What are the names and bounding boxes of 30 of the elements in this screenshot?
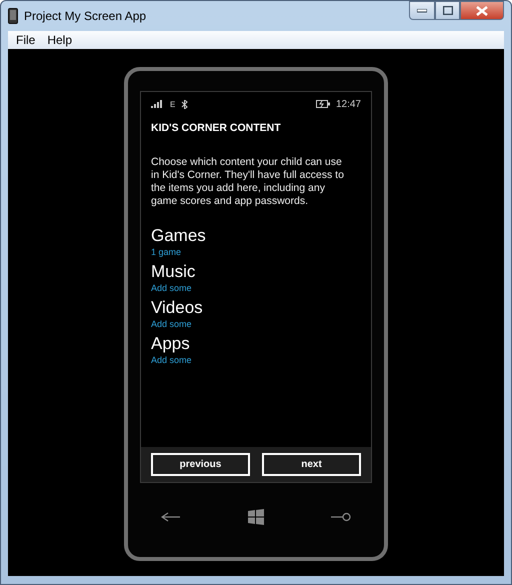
category-detail[interactable]: Add some xyxy=(151,282,192,294)
windows-logo-icon[interactable] xyxy=(248,509,264,525)
close-button[interactable] xyxy=(460,1,504,20)
category-name[interactable]: Apps xyxy=(151,334,190,354)
minimize-icon xyxy=(417,8,427,12)
clock-time: 12:47 xyxy=(336,98,361,110)
category-name[interactable]: Games xyxy=(151,226,206,246)
minimize-button[interactable] xyxy=(409,1,435,20)
maximize-icon xyxy=(442,6,452,15)
category-detail[interactable]: Add some xyxy=(151,354,192,366)
close-icon xyxy=(476,6,488,16)
back-icon[interactable] xyxy=(161,512,182,522)
page-title: KID'S CORNER CONTENT xyxy=(151,122,282,134)
category-name[interactable]: Videos xyxy=(151,298,203,318)
battery-charging-icon xyxy=(316,100,330,108)
category-detail[interactable]: Add some xyxy=(151,318,192,330)
previous-button[interactable]: previous xyxy=(151,453,250,476)
menu-item[interactable]: File xyxy=(10,33,42,47)
description-text: Choose which content your child can use in Kid's Corner. They'll have full access to the items you add here, including any game scores and app passwords. xyxy=(151,156,345,208)
category-name[interactable]: Music xyxy=(151,262,196,282)
bluetooth-icon xyxy=(181,100,188,108)
window-title: Project My Screen App xyxy=(24,9,146,23)
category-detail[interactable]: 1 game xyxy=(151,246,182,258)
network-type: E xyxy=(170,100,176,108)
phone-icon xyxy=(8,8,18,24)
search-icon[interactable] xyxy=(330,512,351,522)
signal-icon xyxy=(151,100,164,108)
menu-item[interactable]: Help xyxy=(41,33,78,47)
next-button[interactable]: next xyxy=(262,453,361,476)
maximize-button[interactable] xyxy=(435,1,460,20)
